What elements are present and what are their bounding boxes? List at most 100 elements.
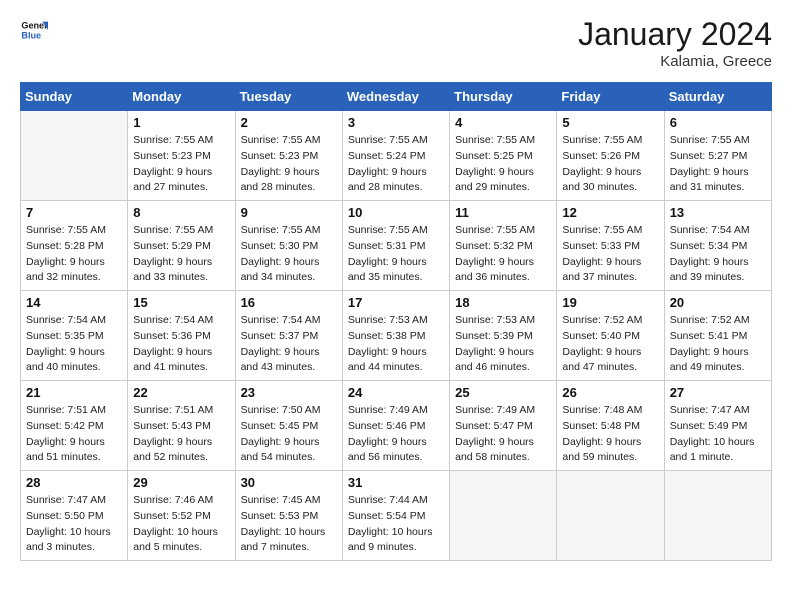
day-info: Sunrise: 7:54 AMSunset: 5:34 PMDaylight:… — [670, 223, 766, 286]
calendar-cell: 25 Sunrise: 7:49 AMSunset: 5:47 PMDayligh… — [450, 381, 557, 471]
col-header-friday: Friday — [557, 83, 664, 111]
calendar-cell: 23 Sunrise: 7:50 AMSunset: 5:45 PMDayligh… — [235, 381, 342, 471]
calendar-cell: 31Sunrise: 7:44 AMSunset: 5:54 PMDayligh… — [342, 471, 449, 561]
day-number: 6 — [670, 115, 766, 130]
calendar-cell: 20Sunrise: 7:52 AMSunset: 5:41 PMDayligh… — [664, 291, 771, 381]
day-number: 9 — [241, 205, 337, 220]
day-info: Sunrise: 7:49 AMSunset: 5:46 PMDaylight:… — [348, 403, 444, 466]
day-number: 15 — [133, 295, 229, 310]
col-header-sunday: Sunday — [21, 83, 128, 111]
day-info: Sunrise: 7:55 AMSunset: 5:28 PMDaylight:… — [26, 223, 122, 286]
calendar-cell: 26 Sunrise: 7:48 AMSunset: 5:48 PMDayligh… — [557, 381, 664, 471]
calendar-cell: 28 Sunrise: 7:47 AMSunset: 5:50 PMDayligh… — [21, 471, 128, 561]
calendar-cell — [557, 471, 664, 561]
day-number: 27 — [670, 385, 766, 400]
week-row-0: 1 Sunrise: 7:55 AMSunset: 5:23 PMDaylight… — [21, 111, 772, 201]
month-title: January 2024 — [578, 16, 772, 53]
day-info: Sunrise: 7:53 AMSunset: 5:39 PMDaylight:… — [455, 313, 551, 376]
day-info: Sunrise: 7:45 AMSunset: 5:53 PMDaylight:… — [241, 493, 337, 556]
week-row-2: 14Sunrise: 7:54 AMSunset: 5:35 PMDayligh… — [21, 291, 772, 381]
svg-text:Blue: Blue — [21, 30, 41, 40]
col-header-tuesday: Tuesday — [235, 83, 342, 111]
day-info: Sunrise: 7:53 AMSunset: 5:38 PMDaylight:… — [348, 313, 444, 376]
col-header-saturday: Saturday — [664, 83, 771, 111]
day-info: Sunrise: 7:54 AMSunset: 5:35 PMDaylight:… — [26, 313, 122, 376]
day-info: Sunrise: 7:47 AMSunset: 5:49 PMDaylight:… — [670, 403, 766, 466]
title-block: January 2024 Kalamia, Greece — [578, 16, 772, 70]
calendar-cell — [450, 471, 557, 561]
day-info: Sunrise: 7:52 AMSunset: 5:40 PMDaylight:… — [562, 313, 658, 376]
col-header-thursday: Thursday — [450, 83, 557, 111]
calendar-cell: 14Sunrise: 7:54 AMSunset: 5:35 PMDayligh… — [21, 291, 128, 381]
logo: General Blue — [20, 16, 48, 44]
day-number: 21 — [26, 385, 122, 400]
day-info: Sunrise: 7:50 AMSunset: 5:45 PMDaylight:… — [241, 403, 337, 466]
day-number: 2 — [241, 115, 337, 130]
week-row-4: 28 Sunrise: 7:47 AMSunset: 5:50 PMDayligh… — [21, 471, 772, 561]
day-number: 20 — [670, 295, 766, 310]
day-info: Sunrise: 7:55 AMSunset: 5:32 PMDaylight:… — [455, 223, 551, 286]
day-info: Sunrise: 7:46 AMSunset: 5:52 PMDaylight:… — [133, 493, 229, 556]
day-info: Sunrise: 7:48 AMSunset: 5:48 PMDaylight:… — [562, 403, 658, 466]
calendar-cell: 29 Sunrise: 7:46 AMSunset: 5:52 PMDayligh… — [128, 471, 235, 561]
week-row-3: 21 Sunrise: 7:51 AMSunset: 5:42 PMDayligh… — [21, 381, 772, 471]
day-number: 5 — [562, 115, 658, 130]
day-info: Sunrise: 7:49 AMSunset: 5:47 PMDaylight:… — [455, 403, 551, 466]
calendar-cell: 19 Sunrise: 7:52 AMSunset: 5:40 PMDayligh… — [557, 291, 664, 381]
calendar-cell: 4Sunrise: 7:55 AMSunset: 5:25 PMDaylight… — [450, 111, 557, 201]
day-info: Sunrise: 7:51 AMSunset: 5:42 PMDaylight:… — [26, 403, 122, 466]
day-info: Sunrise: 7:47 AMSunset: 5:50 PMDaylight:… — [26, 493, 122, 556]
calendar-cell: 2 Sunrise: 7:55 AMSunset: 5:23 PMDaylight… — [235, 111, 342, 201]
day-info: Sunrise: 7:55 AMSunset: 5:23 PMDaylight:… — [241, 133, 337, 196]
day-info: Sunrise: 7:54 AMSunset: 5:36 PMDaylight:… — [133, 313, 229, 376]
day-number: 25 — [455, 385, 551, 400]
day-number: 30 — [241, 475, 337, 490]
calendar-cell: 10Sunrise: 7:55 AMSunset: 5:31 PMDayligh… — [342, 201, 449, 291]
calendar-cell: 27 Sunrise: 7:47 AMSunset: 5:49 PMDayligh… — [664, 381, 771, 471]
calendar-cell: 6Sunrise: 7:55 AMSunset: 5:27 PMDaylight… — [664, 111, 771, 201]
day-number: 3 — [348, 115, 444, 130]
calendar-cell: 21 Sunrise: 7:51 AMSunset: 5:42 PMDayligh… — [21, 381, 128, 471]
day-info: Sunrise: 7:55 AMSunset: 5:24 PMDaylight:… — [348, 133, 444, 196]
day-number: 13 — [670, 205, 766, 220]
header: General Blue January 2024 Kalamia, Greec… — [20, 16, 772, 70]
day-number: 1 — [133, 115, 229, 130]
day-info: Sunrise: 7:55 AMSunset: 5:23 PMDaylight:… — [133, 133, 229, 196]
calendar-cell: 13 Sunrise: 7:54 AMSunset: 5:34 PMDayligh… — [664, 201, 771, 291]
calendar-cell — [664, 471, 771, 561]
day-info: Sunrise: 7:55 AMSunset: 5:29 PMDaylight:… — [133, 223, 229, 286]
day-number: 16 — [241, 295, 337, 310]
calendar-cell: 12 Sunrise: 7:55 AMSunset: 5:33 PMDayligh… — [557, 201, 664, 291]
calendar-cell: 3 Sunrise: 7:55 AMSunset: 5:24 PMDaylight… — [342, 111, 449, 201]
calendar-cell: 17 Sunrise: 7:53 AMSunset: 5:38 PMDayligh… — [342, 291, 449, 381]
day-number: 22 — [133, 385, 229, 400]
calendar-cell: 24Sunrise: 7:49 AMSunset: 5:46 PMDayligh… — [342, 381, 449, 471]
day-number: 8 — [133, 205, 229, 220]
page: General Blue January 2024 Kalamia, Greec… — [0, 0, 792, 612]
calendar-cell: 8 Sunrise: 7:55 AMSunset: 5:29 PMDaylight… — [128, 201, 235, 291]
location: Kalamia, Greece — [578, 53, 772, 70]
col-header-wednesday: Wednesday — [342, 83, 449, 111]
day-info: Sunrise: 7:55 AMSunset: 5:33 PMDaylight:… — [562, 223, 658, 286]
day-number: 7 — [26, 205, 122, 220]
day-number: 26 — [562, 385, 658, 400]
day-info: Sunrise: 7:55 AMSunset: 5:25 PMDaylight:… — [455, 133, 551, 196]
day-number: 19 — [562, 295, 658, 310]
day-info: Sunrise: 7:44 AMSunset: 5:54 PMDaylight:… — [348, 493, 444, 556]
calendar-cell: 30 Sunrise: 7:45 AMSunset: 5:53 PMDayligh… — [235, 471, 342, 561]
day-number: 23 — [241, 385, 337, 400]
calendar-cell: 7 Sunrise: 7:55 AMSunset: 5:28 PMDaylight… — [21, 201, 128, 291]
day-number: 29 — [133, 475, 229, 490]
day-info: Sunrise: 7:54 AMSunset: 5:37 PMDaylight:… — [241, 313, 337, 376]
calendar-cell: 18Sunrise: 7:53 AMSunset: 5:39 PMDayligh… — [450, 291, 557, 381]
col-header-monday: Monday — [128, 83, 235, 111]
calendar-table: SundayMondayTuesdayWednesdayThursdayFrid… — [20, 82, 772, 561]
day-info: Sunrise: 7:51 AMSunset: 5:43 PMDaylight:… — [133, 403, 229, 466]
day-number: 12 — [562, 205, 658, 220]
day-number: 11 — [455, 205, 551, 220]
calendar-cell: 15 Sunrise: 7:54 AMSunset: 5:36 PMDayligh… — [128, 291, 235, 381]
calendar-cell — [21, 111, 128, 201]
day-number: 10 — [348, 205, 444, 220]
day-number: 17 — [348, 295, 444, 310]
day-number: 28 — [26, 475, 122, 490]
